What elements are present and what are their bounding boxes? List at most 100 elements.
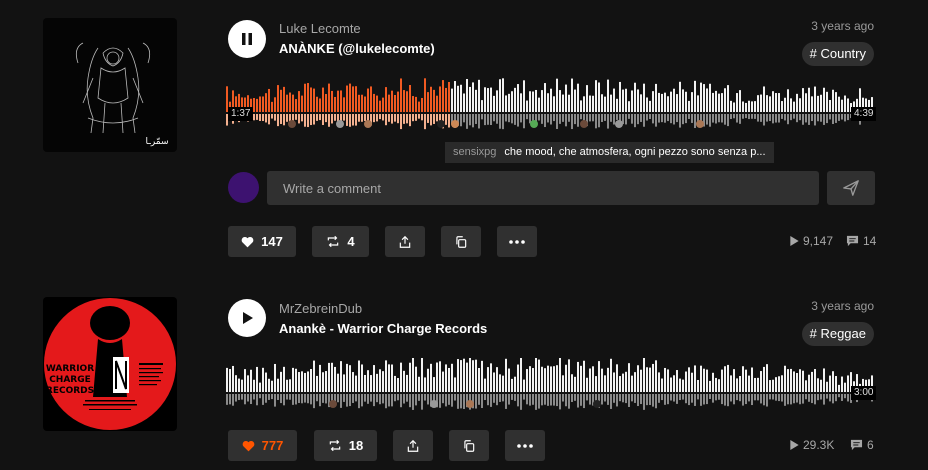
- waveform-bar: [526, 369, 528, 392]
- waveform-comment-avatar[interactable]: [288, 120, 296, 128]
- waveform-bar: [547, 365, 549, 392]
- waveform-bar: [424, 78, 426, 112]
- waveform-comment-avatar[interactable]: [466, 400, 474, 408]
- repost-button[interactable]: 4: [312, 226, 369, 257]
- waveform[interactable]: [226, 78, 876, 130]
- waveform-bar: [835, 114, 837, 123]
- waveform-bar: [361, 94, 363, 112]
- genre-tag[interactable]: # Reggae: [801, 322, 874, 346]
- waveform-bar: [436, 362, 438, 392]
- waveform-bar: [301, 114, 303, 122]
- waveform-bar: [421, 114, 423, 121]
- comment-user[interactable]: sensixpg: [453, 146, 496, 158]
- waveform[interactable]: [226, 358, 876, 410]
- waveform-bar: [739, 394, 741, 402]
- waveform-bar: [748, 114, 750, 120]
- waveform-bar: [247, 394, 249, 402]
- track-artist[interactable]: Luke Lecomte: [279, 21, 361, 36]
- waveform-comment-avatar[interactable]: [364, 120, 372, 128]
- waveform-bar: [502, 114, 504, 130]
- waveform-bar: [658, 372, 660, 392]
- comment-input[interactable]: [267, 171, 819, 205]
- more-button[interactable]: [505, 430, 545, 461]
- waveform-comment-avatar[interactable]: [696, 120, 704, 128]
- copy-link-button[interactable]: [449, 430, 489, 461]
- waveform-comment-avatar[interactable]: [329, 400, 337, 408]
- waveform-bar: [340, 361, 342, 392]
- waveform-bar: [712, 394, 714, 403]
- waveform-bar: [700, 394, 702, 406]
- track-artwork[interactable]: سمّرـا: [43, 18, 177, 152]
- copy-link-button[interactable]: [441, 226, 481, 257]
- waveform-bar: [631, 90, 633, 112]
- waveform-bar: [802, 114, 804, 125]
- more-button[interactable]: [497, 226, 537, 257]
- waveform-comment-avatar[interactable]: [593, 400, 601, 408]
- waveform-bar: [295, 99, 297, 112]
- waveform-bar: [391, 114, 393, 124]
- comment-count[interactable]: 6: [850, 438, 874, 452]
- waveform-bar: [775, 377, 777, 392]
- waveform-bar: [583, 96, 585, 112]
- share-button[interactable]: [393, 430, 433, 461]
- waveform-bar: [751, 394, 753, 406]
- waveform-comment-avatar[interactable]: [336, 120, 344, 128]
- waveform-bar: [403, 114, 405, 124]
- waveform-bar: [376, 114, 378, 122]
- waveform-comment-avatar[interactable]: [580, 120, 588, 128]
- waveform-bar: [268, 378, 270, 392]
- waveform-bar: [757, 394, 759, 401]
- genre-tag[interactable]: # Country: [801, 42, 874, 66]
- like-button[interactable]: 147: [228, 226, 296, 257]
- waveform-comment-avatar[interactable]: [430, 400, 438, 408]
- comment-count-value: 14: [863, 234, 877, 248]
- waveform-bar: [631, 394, 633, 402]
- send-comment-button[interactable]: [827, 171, 875, 205]
- waveform-bar: [355, 114, 357, 126]
- waveform-bar: [814, 114, 816, 126]
- waveform-bar: [817, 394, 819, 401]
- track-title[interactable]: ANÀNKE (@lukelecomte): [279, 41, 435, 56]
- waveform-bar: [772, 91, 774, 112]
- waveform-bar: [742, 101, 744, 112]
- repost-button[interactable]: 18: [314, 430, 377, 461]
- waveform-bar: [508, 93, 510, 112]
- waveform-bar: [283, 86, 285, 112]
- waveform-bar: [430, 114, 432, 126]
- waveform-bar: [670, 394, 672, 401]
- waveform-bar: [760, 114, 762, 122]
- waveform-bar: [634, 82, 636, 112]
- waveform-bar: [655, 83, 657, 112]
- waveform-bar: [490, 394, 492, 407]
- waveform-bar: [490, 87, 492, 112]
- waveform-bar: [712, 92, 714, 112]
- waveform-comment-avatar[interactable]: [437, 120, 445, 128]
- waveform-bar: [394, 375, 396, 392]
- pause-button[interactable]: [228, 20, 266, 58]
- waveform-bar: [658, 114, 660, 123]
- waveform-bar: [283, 114, 285, 126]
- track-title[interactable]: Anankè - Warrior Charge Records: [279, 321, 487, 336]
- waveform-comment-avatar[interactable]: [451, 120, 459, 128]
- waveform-bar: [289, 92, 291, 112]
- upload-time: 3 years ago: [811, 299, 874, 313]
- play-button[interactable]: [228, 299, 266, 337]
- waveform-bar: [685, 371, 687, 392]
- waveform-bar: [460, 394, 462, 409]
- waveform-comment-avatar[interactable]: [530, 120, 538, 128]
- waveform-bar: [676, 394, 678, 404]
- waveform-bar: [334, 366, 336, 392]
- waveform-bar: [724, 88, 726, 112]
- like-button[interactable]: 777: [228, 430, 297, 461]
- waveform-comment-avatar[interactable]: [615, 120, 623, 128]
- track-artist[interactable]: MrZebreinDub: [279, 301, 362, 316]
- waveform-bar: [625, 114, 627, 125]
- waveform-bar: [310, 369, 312, 392]
- waveform-bar: [424, 394, 426, 401]
- share-button[interactable]: [385, 226, 425, 257]
- waveform-bar: [628, 101, 630, 112]
- track-artwork[interactable]: WARRIOR CHARGE RECORDS: [43, 297, 177, 431]
- waveform-bar: [811, 114, 813, 122]
- waveform-bar: [316, 375, 318, 392]
- comment-count[interactable]: 14: [846, 234, 876, 248]
